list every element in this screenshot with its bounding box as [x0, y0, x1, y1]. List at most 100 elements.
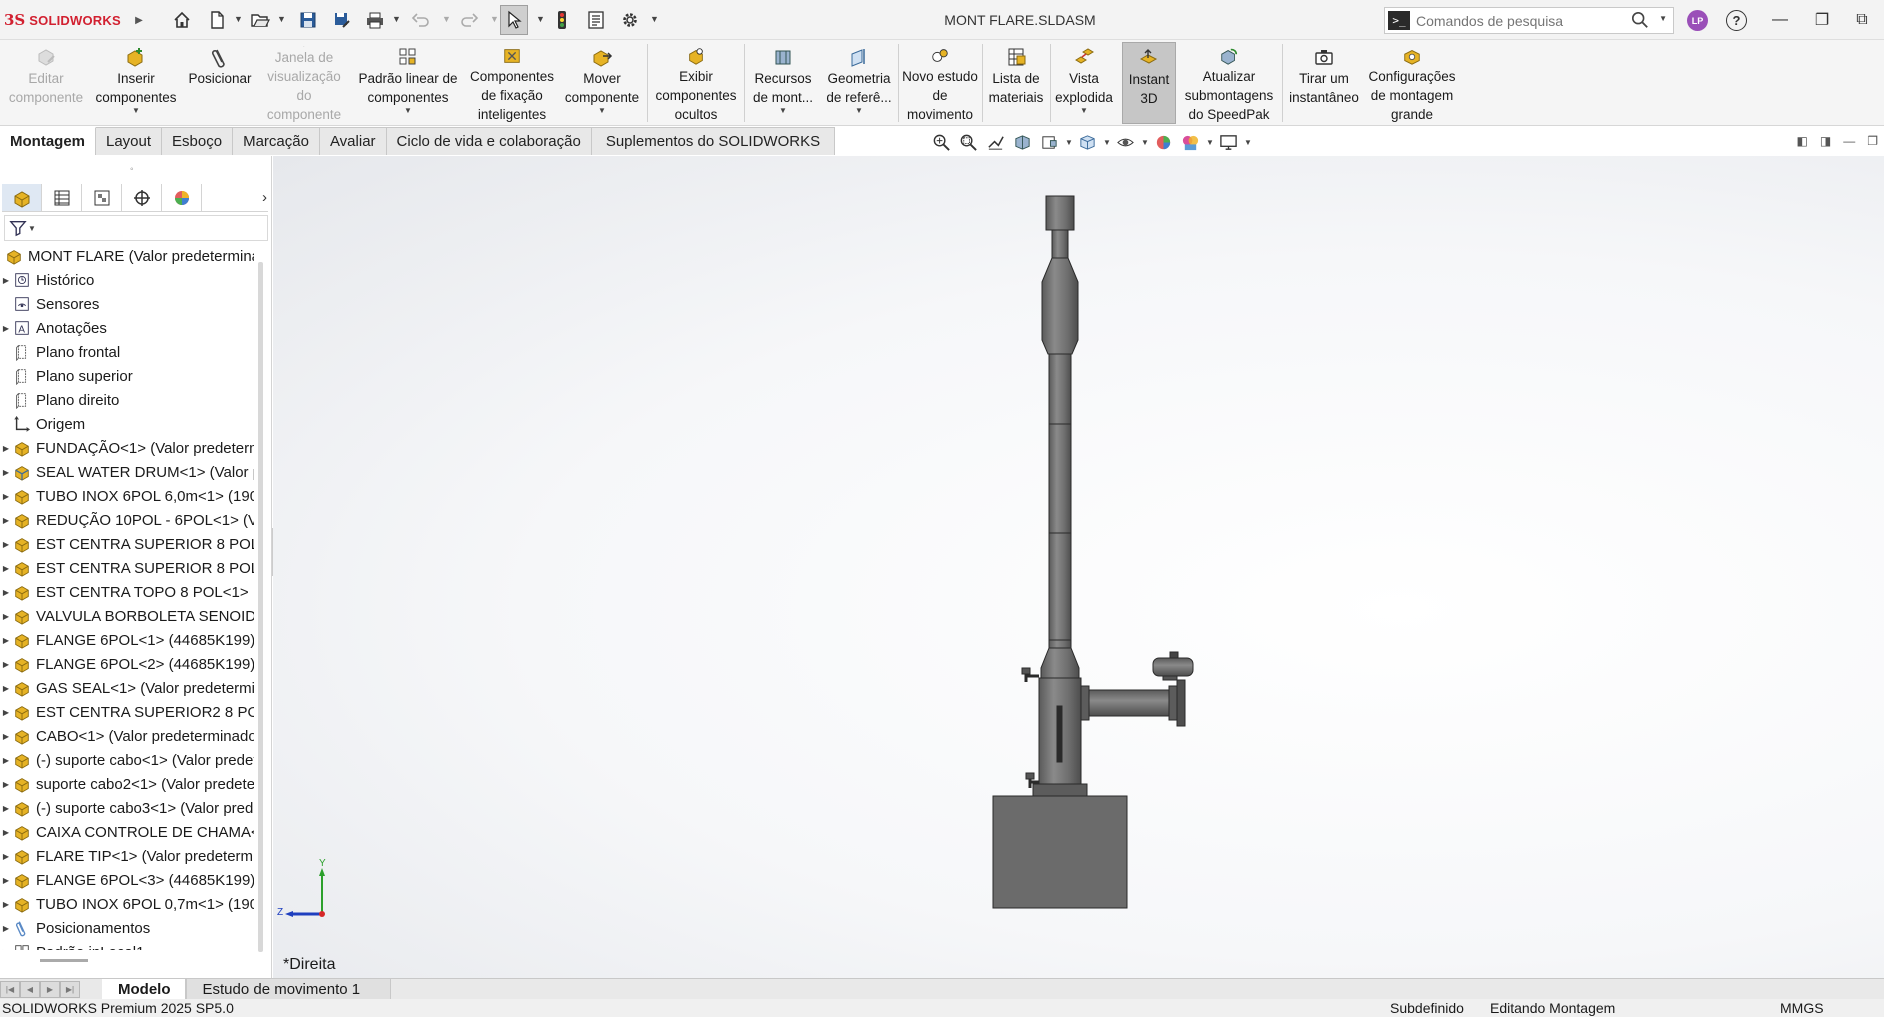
tree-horizontal-scrollbar[interactable] — [40, 959, 88, 962]
search-icon[interactable] — [1631, 11, 1649, 32]
expand-arrow-icon[interactable]: ▶ — [0, 684, 12, 693]
flare-assembly-model[interactable] — [273, 156, 1884, 978]
hide-show-dropdown-caret[interactable]: ▼ — [1141, 138, 1149, 147]
tree-item[interactable]: ▶ suporte cabo2<1> (Valor predeterminado) — [0, 772, 254, 796]
graphics-area[interactable]: Y Z *Direita — [273, 156, 1884, 978]
redo-icon[interactable] — [458, 8, 480, 32]
last-tab-button[interactable]: ▶| — [60, 980, 80, 998]
expand-arrow-icon[interactable]: ▶ — [0, 492, 12, 501]
viewport-restore-icon[interactable]: ❐ — [1867, 134, 1878, 148]
tree-item[interactable]: ▶ (-) suporte cabo<1> (Valor predetermina… — [0, 748, 254, 772]
split-left-icon[interactable]: ◧ — [1797, 134, 1808, 148]
expand-arrow-icon[interactable]: ▶ — [0, 564, 12, 573]
filter-dropdown-caret[interactable]: ▼ — [28, 224, 36, 233]
expand-arrow-icon[interactable]: ▶ — [0, 732, 12, 741]
tree-item[interactable]: ▶ FLANGE 6POL<1> (44685K199) — [0, 628, 254, 652]
menu-expand-arrow[interactable]: ▶ — [132, 8, 146, 32]
tree-item[interactable]: ▶ Histórico — [0, 268, 254, 292]
split-right-icon[interactable]: ◨ — [1820, 134, 1831, 148]
print-icon[interactable] — [362, 8, 388, 32]
exploded-view-button[interactable]: Vista explodida ▼ — [1052, 42, 1116, 124]
user-avatar[interactable]: LP — [1687, 10, 1708, 31]
expand-arrow-icon[interactable]: ▶ — [0, 468, 12, 477]
filter-funnel-icon[interactable] — [9, 219, 27, 237]
tab-avaliar[interactable]: Avaliar — [319, 127, 387, 155]
tree-item[interactable]: ▶ REDUÇÃO 10POL - 6POL<1> (Valor predeter… — [0, 508, 254, 532]
tree-vertical-scrollbar[interactable] — [258, 262, 263, 952]
previous-tab-button[interactable]: ◀ — [20, 980, 40, 998]
undo-dropdown-caret[interactable]: ▼ — [442, 14, 451, 24]
restore-button[interactable]: ❐ — [1809, 8, 1835, 32]
undo-icon[interactable] — [410, 8, 432, 32]
display-manager-tab-icon[interactable] — [162, 184, 202, 211]
take-snapshot-button[interactable]: Tirar um instantâneo — [1284, 42, 1364, 124]
dropdown-caret[interactable]: ▼ — [1080, 107, 1088, 115]
bill-of-materials-button[interactable]: Lista de materiais — [984, 42, 1048, 124]
tree-item[interactable]: ▶ EST CENTRA SUPERIOR2 8 POL<1> — [0, 700, 254, 724]
tree-item[interactable]: Plano frontal — [0, 340, 254, 364]
options-gear-icon[interactable] — [618, 8, 642, 32]
tab-suplementos[interactable]: Suplementos do SOLIDWORKS — [591, 127, 836, 155]
tree-item[interactable]: ▶ Padrão inLocal1 — [0, 940, 254, 950]
next-tab-button[interactable]: ▶ — [40, 980, 60, 998]
search-dropdown-caret[interactable]: ▼ — [1659, 14, 1667, 23]
zoom-to-area-icon[interactable] — [957, 131, 979, 153]
tree-item[interactable]: ▶ GAS SEAL<1> (Valor predeterminado) — [0, 676, 254, 700]
tree-item[interactable]: ▶ (-) suporte cabo3<1> (Valor predetermin… — [0, 796, 254, 820]
tree-item[interactable]: ▶ EST CENTRA SUPERIOR 8 POL<2> — [0, 556, 254, 580]
move-component-button[interactable]: Mover componente ▼ — [560, 42, 644, 124]
tree-item[interactable]: ▶ VALVULA BORBOLETA SENOIDAL<1> — [0, 604, 254, 628]
tree-item[interactable]: ▶ EST CENTRA TOPO 8 POL<1> — [0, 580, 254, 604]
command-search[interactable]: >_ ▼ — [1384, 7, 1674, 34]
tree-item[interactable]: ▶ EST CENTRA SUPERIOR 8 POL<1> — [0, 532, 254, 556]
dynamic-annotation-icon[interactable] — [1038, 131, 1060, 153]
expand-arrow-icon[interactable]: ▶ — [0, 612, 12, 621]
select-dropdown-caret[interactable]: ▼ — [536, 14, 545, 24]
expand-arrow-icon[interactable]: ▶ — [0, 660, 12, 669]
expand-arrow-icon[interactable]: ▶ — [0, 924, 12, 933]
view-orientation-icon[interactable] — [1076, 131, 1098, 153]
insert-components-button[interactable]: Inserir componentes ▼ — [90, 42, 182, 124]
expand-arrow-icon[interactable]: ▶ — [0, 876, 12, 885]
update-speedpak-button[interactable]: Atualizar submontagens do SpeedPak — [1178, 42, 1280, 124]
solidworks-logo[interactable]: 3S SOLIDWORKS — [4, 10, 121, 30]
tree-root-assembly[interactable]: MONT FLARE (Valor predeterminado<Padrão_… — [0, 244, 254, 268]
tab-modelo[interactable]: Modelo — [102, 979, 186, 999]
show-hidden-components-button[interactable]: Exibir componentes ocultos — [650, 42, 742, 124]
expand-arrow-icon[interactable]: ▶ — [0, 780, 12, 789]
tree-item[interactable]: Plano superior — [0, 364, 254, 388]
tree-item[interactable]: ▶ FLANGE 6POL<3> (44685K199) — [0, 868, 254, 892]
tree-item[interactable]: ▶ CABO<1> (Valor predeterminado) — [0, 724, 254, 748]
expand-arrow-icon[interactable]: ▶ — [0, 804, 12, 813]
instant-3d-button[interactable]: Instant 3D — [1122, 42, 1176, 124]
feature-manager-tab-icon[interactable] — [2, 184, 42, 211]
dropdown-caret[interactable]: ▼ — [132, 107, 140, 115]
edit-component-button[interactable]: Editar componente — [4, 42, 88, 124]
tree-item[interactable]: ▶ A Anotações — [0, 316, 254, 340]
close-button[interactable]: ⧉ — [1849, 8, 1875, 32]
tree-item[interactable]: ▶ CAIXA CONTROLE DE CHAMA<1> — [0, 820, 254, 844]
tab-motion-study[interactable]: Estudo de movimento 1 — [185, 979, 392, 999]
tab-ciclo-de-vida[interactable]: Ciclo de vida e colaboração — [386, 127, 592, 155]
print-dropdown-caret[interactable]: ▼ — [392, 14, 401, 24]
viewport-minimize-icon[interactable]: — — [1843, 134, 1855, 148]
large-assembly-settings-button[interactable]: Configurações de montagem grande — [1366, 42, 1458, 124]
zoom-to-fit-icon[interactable] — [930, 131, 952, 153]
rebuild-traffic-light-icon[interactable] — [552, 8, 572, 32]
dropdown-caret[interactable]: ▼ — [598, 107, 606, 115]
file-properties-icon[interactable] — [584, 8, 608, 32]
select-cursor-icon[interactable] — [500, 5, 528, 35]
expand-arrow-icon[interactable]: ▶ — [0, 636, 12, 645]
options-dropdown-caret[interactable]: ▼ — [650, 14, 659, 24]
save-icon[interactable] — [296, 8, 320, 32]
smart-fasteners-button[interactable]: Componentes de fixação inteligentes — [466, 42, 558, 124]
unit-system[interactable]: MMGS — [1780, 1000, 1824, 1016]
view-settings-dropdown-caret[interactable]: ▼ — [1244, 138, 1252, 147]
tab-montagem[interactable]: Montagem — [0, 127, 96, 155]
configuration-manager-tab-icon[interactable] — [82, 184, 122, 211]
search-input[interactable] — [1416, 12, 1626, 29]
tab-esboco[interactable]: Esboço — [162, 127, 234, 155]
new-document-icon[interactable] — [205, 8, 229, 32]
save-as-icon[interactable] — [330, 8, 354, 32]
tree-item[interactable]: ▶ TUBO INOX 6POL 6,0m<1> (1905 4600 5 20) — [0, 484, 254, 508]
